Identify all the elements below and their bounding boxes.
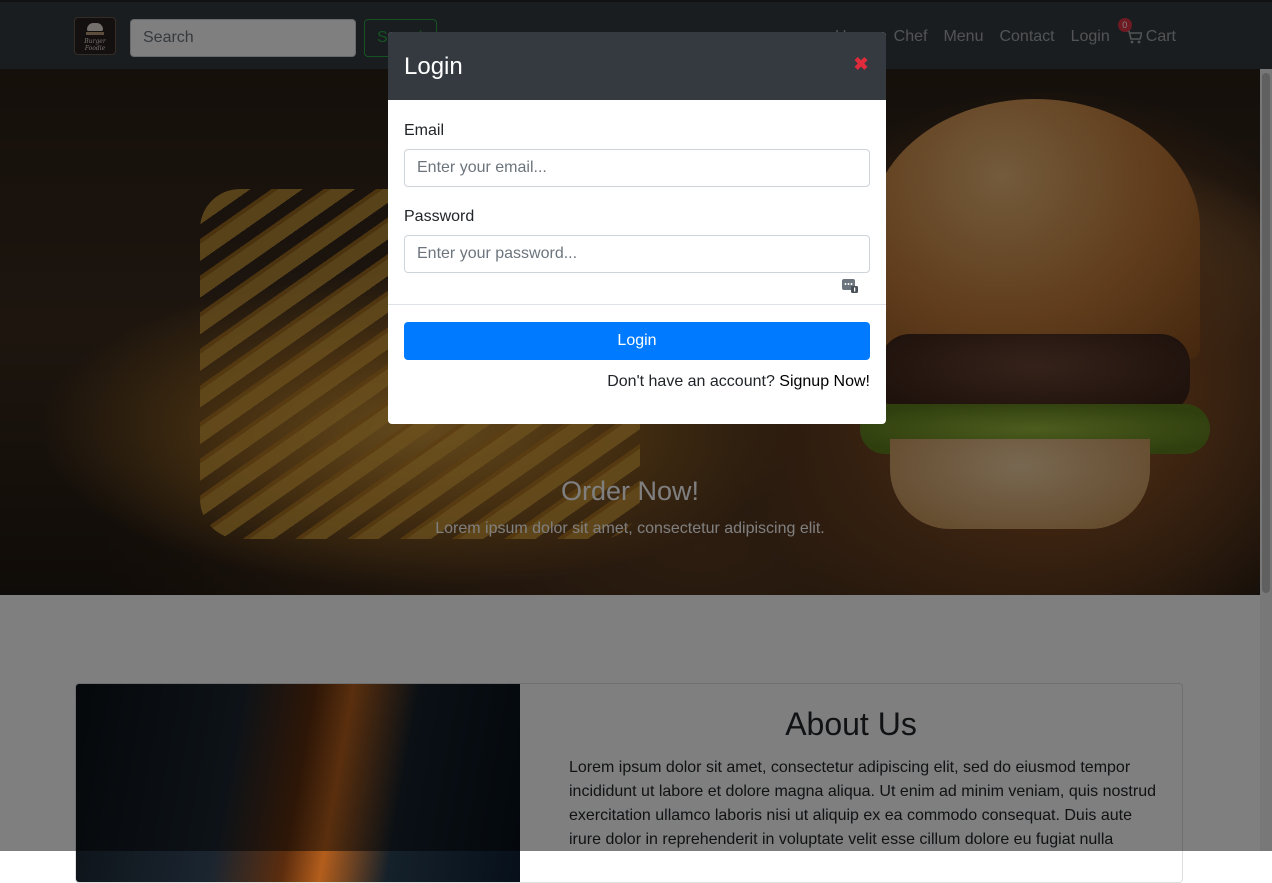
close-button[interactable]: ✖ xyxy=(851,54,871,74)
password-label: Password xyxy=(404,208,475,225)
modal-title: Login xyxy=(404,53,463,80)
signup-line: Don't have an account? Signup Now! xyxy=(607,373,870,391)
password-field[interactable] xyxy=(404,235,870,273)
login-submit-button[interactable]: Login xyxy=(404,322,870,360)
modal-header: Login ✖ xyxy=(388,32,886,100)
login-modal: Login ✖ Email Password Login Don't have … xyxy=(388,32,886,424)
close-icon: ✖ xyxy=(853,54,869,74)
signup-prompt: Don't have an account? xyxy=(607,373,780,390)
password-manager-icon[interactable] xyxy=(842,277,858,293)
email-label: Email xyxy=(404,122,445,139)
signup-link[interactable]: Signup Now! xyxy=(779,373,870,390)
email-field[interactable] xyxy=(404,149,870,187)
modal-divider xyxy=(388,304,886,305)
